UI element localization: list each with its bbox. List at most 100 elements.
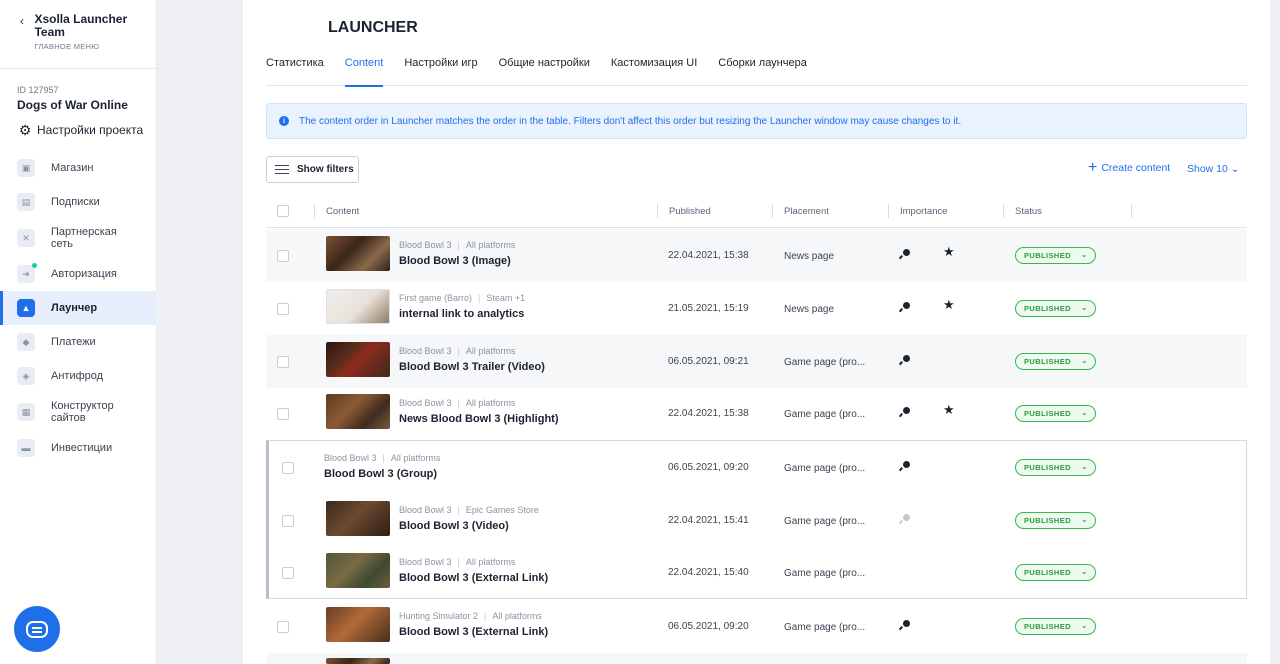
row-checkbox[interactable] [282,515,294,527]
sidebar-item-subscriptions[interactable]: ▤ Подписки [0,185,157,219]
sidebar-item-store[interactable]: ▣ Магазин [0,151,157,185]
tab-general-settings[interactable]: Общие настройки [499,50,590,86]
chevron-down-icon: ⌄ [1230,163,1240,175]
sidebar-item-site-builder[interactable]: ▦ Конструктор сайтов [0,393,157,431]
chevron-down-icon: ⌄ [1080,515,1088,524]
status-badge[interactable]: PUBLISHED ⌄ [1015,353,1096,370]
page-size-select[interactable]: Show 10 ⌄ [1187,163,1240,175]
row-checkbox[interactable] [277,303,289,315]
sidebar-item-label: Инвестиции [51,442,113,454]
content-name[interactable]: Blood Bowl 3 (Video) [399,520,509,532]
content-name[interactable]: Blood Bowl 3 (External Link) [399,572,548,584]
table-row-group[interactable]: Blood Bowl 3 | All platforms Blood Bowl 3 … [266,441,1247,494]
project-name: Dogs of War Online [17,98,128,112]
sidebar-nav: ▣ Магазин ▤ Подписки ✕ Партнерская сеть … [0,151,157,465]
status-badge[interactable]: PUBLISHED ⌄ [1015,247,1096,264]
payments-icon: ◆ [17,333,35,351]
sidebar-item-launcher[interactable]: ▲ Лаунчер [0,291,157,325]
column-header-placement[interactable]: Placement [772,204,829,218]
pin-icon[interactable] [903,514,910,521]
table-row[interactable]: Blood Bowl 3 | All platforms Blood Bowl 3 … [266,229,1247,282]
status-badge[interactable]: PUBLISHED ⌄ [1015,618,1096,635]
pin-icon[interactable] [903,407,910,414]
table-row[interactable]: Blood Bowl 3 | Epic Games Store Blood Bowl… [266,494,1247,547]
published-date: 22.04.2021, 15:38 [668,408,749,419]
sidebar-item-label: Подписки [51,196,100,208]
pin-icon[interactable] [903,355,910,362]
pin-icon[interactable] [903,302,910,309]
column-header-status[interactable]: Status [1003,204,1042,218]
star-icon[interactable]: ★ [943,402,955,418]
sidebar-item-label: Магазин [51,162,94,174]
sidebar-item-label: Антифрод [51,370,104,382]
status-badge[interactable]: PUBLISHED ⌄ [1015,512,1096,529]
placement: Game page (pro... [784,463,866,474]
sidebar-item-partner-network[interactable]: ✕ Партнерская сеть [0,219,157,257]
tab-launcher-builds[interactable]: Сборки лаунчера [718,50,807,86]
placement: Game page (pro... [784,568,866,579]
content-meta: Blood Bowl 3 | Epic Games Store [399,505,539,515]
pin-icon[interactable] [903,249,910,256]
column-header-content[interactable]: Content [313,204,359,218]
support-chat-button[interactable] [14,606,60,652]
status-badge[interactable]: PUBLISHED ⌄ [1015,459,1096,476]
sidebar-item-antifraud[interactable]: ◈ Антифрод [0,359,157,393]
column-header-published[interactable]: Published [657,204,711,218]
content-name[interactable]: Blood Bowl 3 Trailer (Video) [399,361,545,373]
table-row[interactable]: Hunting Simulator 2 | All platforms Blood … [266,600,1247,653]
pin-icon[interactable] [903,620,910,627]
sidebar-item-investments[interactable]: ▬ Инвестиции [0,431,157,465]
row-checkbox[interactable] [277,356,289,368]
placement: Game page (pro... [784,516,866,527]
pin-icon[interactable] [903,461,910,468]
select-all-checkbox[interactable] [277,205,289,217]
content-name[interactable]: Blood Bowl 3 (External Link) [399,626,548,638]
star-icon[interactable]: ★ [943,244,955,260]
content-name[interactable]: Blood Bowl 3 (Group) [324,468,437,480]
show-filters-button[interactable]: Show filters [266,156,359,183]
sidebar-item-payments[interactable]: ◆ Платежи [0,325,157,359]
table-row[interactable]: Blood Bowl 3 | All platforms Blood Bowl 3 … [266,546,1247,599]
content-name[interactable]: internal link to analytics [399,308,524,320]
info-banner-text: The content order in Launcher matches th… [299,115,962,127]
login-icon: ➔ [17,263,37,283]
team-header[interactable]: ‹ Xsolla Launcher Team ГЛАВНОЕ МЕНЮ [0,0,156,69]
content-thumbnail [326,342,390,377]
tab-content[interactable]: Content [344,50,383,87]
table-row[interactable]: First game (Barro) | Steam +1 internal lin… [266,282,1247,335]
column-header-importance[interactable]: Importance [888,204,948,218]
content-thumbnail [326,394,390,429]
content-meta: First game (Barro) | Steam +1 [399,293,526,303]
row-checkbox[interactable] [282,462,294,474]
create-content-button[interactable]: + Create content [1088,160,1170,176]
team-name: Xsolla Launcher Team [34,12,128,39]
tab-statistics[interactable]: Статистика [266,50,324,86]
main-menu-label: ГЛАВНОЕ МЕНЮ [34,42,100,51]
status-badge[interactable]: PUBLISHED ⌄ [1015,564,1096,581]
sidebar-item-login[interactable]: ➔ Авторизация [0,257,157,291]
row-checkbox[interactable] [282,567,294,579]
tab-game-settings[interactable]: Настройки игр [404,50,477,86]
partner-network-icon: ✕ [17,229,35,247]
table-row[interactable] [266,653,1247,664]
content-name[interactable]: Blood Bowl 3 (Image) [399,255,511,267]
back-chevron-icon[interactable]: ‹ [20,13,34,28]
project-settings-link[interactable]: ⚙ Настройки проекта [17,122,156,138]
star-icon[interactable]: ★ [943,297,955,313]
show-filters-label: Show filters [297,164,354,175]
status-badge[interactable]: PUBLISHED ⌄ [1015,300,1096,317]
gear-icon: ⚙ [18,121,32,138]
table-row[interactable]: Blood Bowl 3 | All platforms News Blood Bo… [266,387,1247,440]
project-settings-label: Настройки проекта [37,123,144,137]
tab-ui-customization[interactable]: Кастомизация UI [611,50,697,86]
published-date: 21.05.2021, 15:19 [668,303,749,314]
sidebar-item-label: Авторизация [51,268,117,280]
status-badge[interactable]: PUBLISHED ⌄ [1015,405,1096,422]
row-checkbox[interactable] [277,250,289,262]
row-checkbox[interactable] [277,408,289,420]
filter-sliders-icon [275,164,289,176]
table-row[interactable]: Blood Bowl 3 | All platforms Blood Bowl 3 … [266,335,1247,388]
content-meta: Blood Bowl 3 | All platforms [399,557,516,567]
row-checkbox[interactable] [277,621,289,633]
content-name[interactable]: News Blood Bowl 3 (Highlight) [399,413,559,425]
